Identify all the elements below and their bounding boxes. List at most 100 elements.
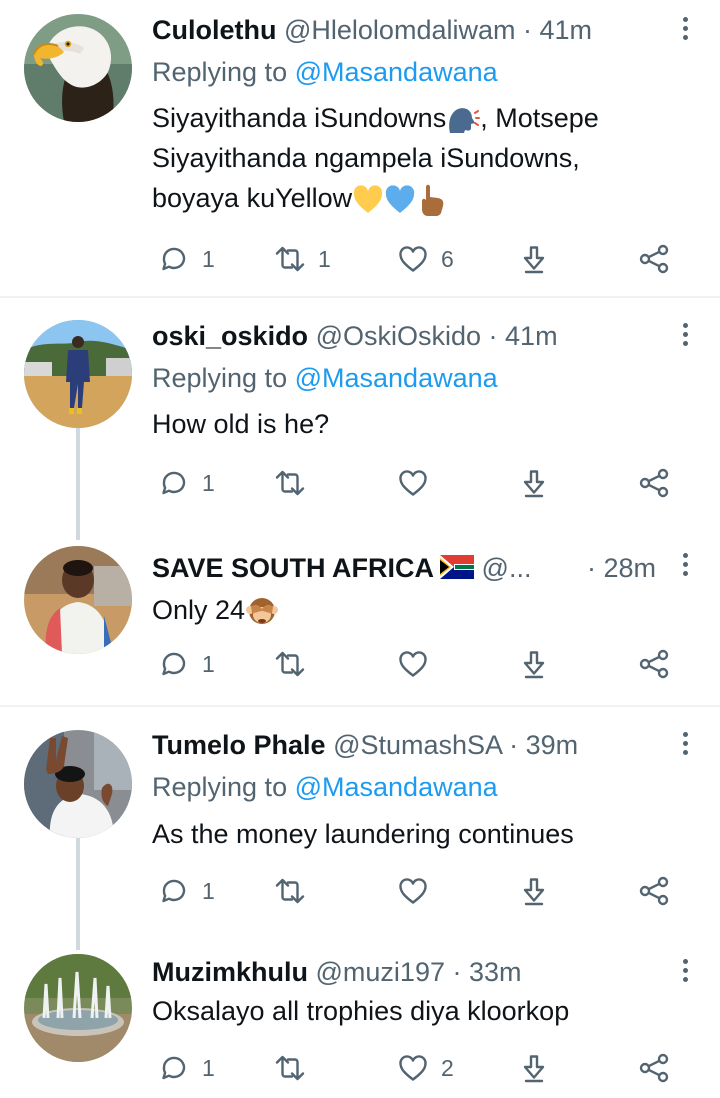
- download-button[interactable]: [518, 241, 550, 277]
- timestamp[interactable]: · 41m: [489, 321, 558, 351]
- tweet[interactable]: oski_oskido @OskiOskido · 41m Replying t…: [0, 310, 720, 530]
- tweet[interactable]: SAVE SOUTH AFRICA @... · 28m Only 24 1: [0, 540, 720, 704]
- share-icon: [639, 244, 669, 274]
- retweet-button[interactable]: 1: [274, 241, 331, 277]
- more-icon[interactable]: [682, 17, 690, 44]
- reply-count: 1: [202, 877, 215, 904]
- timestamp[interactable]: · 28m: [587, 551, 656, 585]
- reply-count: 1: [202, 245, 215, 272]
- like-button[interactable]: 6: [397, 241, 454, 277]
- display-name[interactable]: oski_oskido: [152, 321, 308, 351]
- share-button[interactable]: [638, 1050, 670, 1086]
- download-button[interactable]: [518, 646, 550, 682]
- download-icon: [523, 878, 545, 906]
- download-button[interactable]: [518, 873, 550, 909]
- reply-icon: [162, 879, 186, 903]
- tweet-text-line: Siyayithanda iSundowns: [152, 103, 447, 133]
- speaking-head-emoji: [449, 107, 481, 133]
- like-button[interactable]: 2: [397, 1050, 454, 1086]
- action-bar: 1: [152, 465, 692, 501]
- reply-button[interactable]: 1: [158, 465, 215, 501]
- reply-count: 1: [202, 650, 215, 677]
- more-icon[interactable]: [682, 323, 690, 350]
- user-handle[interactable]: @muzi197: [316, 957, 445, 987]
- person-avatar-image: [24, 546, 132, 654]
- avatar[interactable]: [24, 14, 132, 122]
- download-button[interactable]: [518, 465, 550, 501]
- tweet-text-line: boyaya kuYellow: [152, 183, 353, 213]
- like-count: 6: [441, 245, 454, 272]
- reply-button[interactable]: 1: [158, 241, 215, 277]
- share-icon: [639, 649, 669, 679]
- timestamp[interactable]: · 41m: [523, 15, 592, 45]
- tweet[interactable]: Tumelo Phale @StumashSA · 39m Replying t…: [0, 718, 720, 938]
- reply-count: 1: [202, 469, 215, 496]
- pointing-up-emoji: [422, 184, 444, 216]
- avatar[interactable]: [24, 320, 132, 428]
- mention-link[interactable]: @Masandawana: [295, 772, 498, 802]
- retweet-icon: [275, 470, 305, 496]
- replying-to-label: Replying to: [152, 57, 288, 87]
- share-button[interactable]: [638, 873, 670, 909]
- download-button[interactable]: [518, 1050, 550, 1086]
- reply-count: 1: [202, 1054, 215, 1081]
- fountain-avatar-image: [24, 954, 132, 1062]
- user-handle[interactable]: @OskiOskido: [316, 321, 481, 351]
- share-icon: [639, 468, 669, 498]
- more-icon[interactable]: [682, 553, 690, 580]
- retweet-button[interactable]: [274, 873, 318, 909]
- tweet[interactable]: Muzimkhulu @muzi197 · 33m Oksalayo all t…: [0, 950, 720, 1098]
- retweet-button[interactable]: [274, 465, 318, 501]
- avatar[interactable]: [24, 954, 132, 1062]
- share-icon: [639, 876, 669, 906]
- like-button[interactable]: [397, 646, 441, 682]
- retweet-button[interactable]: [274, 1050, 318, 1086]
- user-handle[interactable]: @...: [482, 553, 532, 583]
- display-name[interactable]: Tumelo Phale: [152, 730, 326, 760]
- tweet-text-line: How old is he?: [152, 409, 330, 439]
- reply-button[interactable]: 1: [158, 646, 215, 682]
- mention-link[interactable]: @Masandawana: [295, 57, 498, 87]
- download-icon: [523, 1055, 545, 1083]
- south-africa-flag-emoji: [440, 555, 475, 579]
- retweet-icon: [275, 651, 305, 677]
- user-handle[interactable]: @Hlelolomdaliwam: [284, 15, 515, 45]
- tweet-text: How old is he?: [152, 404, 680, 444]
- retweet-button[interactable]: [274, 646, 318, 682]
- more-icon[interactable]: [682, 959, 690, 986]
- heart-icon: [399, 470, 427, 496]
- display-name[interactable]: Culolethu: [152, 15, 276, 45]
- bald-eagle-avatar-image: [24, 14, 132, 122]
- reply-button[interactable]: 1: [158, 1050, 215, 1086]
- timestamp[interactable]: · 39m: [509, 730, 578, 760]
- user-handle[interactable]: @StumashSA: [333, 730, 502, 760]
- retweet-icon: [275, 878, 305, 904]
- share-button[interactable]: [638, 241, 670, 277]
- timestamp[interactable]: · 33m: [453, 957, 522, 987]
- tweet-text-line: Oksalayo all trophies diya kloorkop: [152, 996, 570, 1026]
- reply-icon: [162, 1056, 186, 1080]
- action-bar: 1: [152, 873, 692, 909]
- heart-icon: [399, 1055, 427, 1081]
- more-icon[interactable]: [682, 732, 690, 759]
- heart-icon: [399, 246, 427, 272]
- display-name[interactable]: Muzimkhulu: [152, 957, 308, 987]
- heart-icon: [399, 651, 427, 677]
- action-bar: 1 1 6: [152, 241, 692, 277]
- like-button[interactable]: [397, 873, 441, 909]
- display-name[interactable]: SAVE SOUTH AFRICA: [152, 553, 434, 583]
- mention-link[interactable]: @Masandawana: [295, 363, 498, 393]
- share-button[interactable]: [638, 465, 670, 501]
- avatar[interactable]: [24, 546, 132, 654]
- reply-button[interactable]: 1: [158, 873, 215, 909]
- divider: [0, 296, 720, 298]
- avatar[interactable]: [24, 730, 132, 838]
- tweet[interactable]: Culolethu @Hlelolomdaliwam · 41m Replyin…: [0, 0, 720, 297]
- divider: [0, 705, 720, 707]
- share-button[interactable]: [638, 646, 670, 682]
- retweet-icon: [275, 1055, 305, 1081]
- tweet-text-line: , Motsepe: [480, 103, 599, 133]
- like-button[interactable]: [397, 465, 441, 501]
- tweet-text-line: Siyayithanda ngampela iSundowns,: [152, 143, 580, 173]
- peace-sign-selfie-avatar-image: [24, 730, 132, 838]
